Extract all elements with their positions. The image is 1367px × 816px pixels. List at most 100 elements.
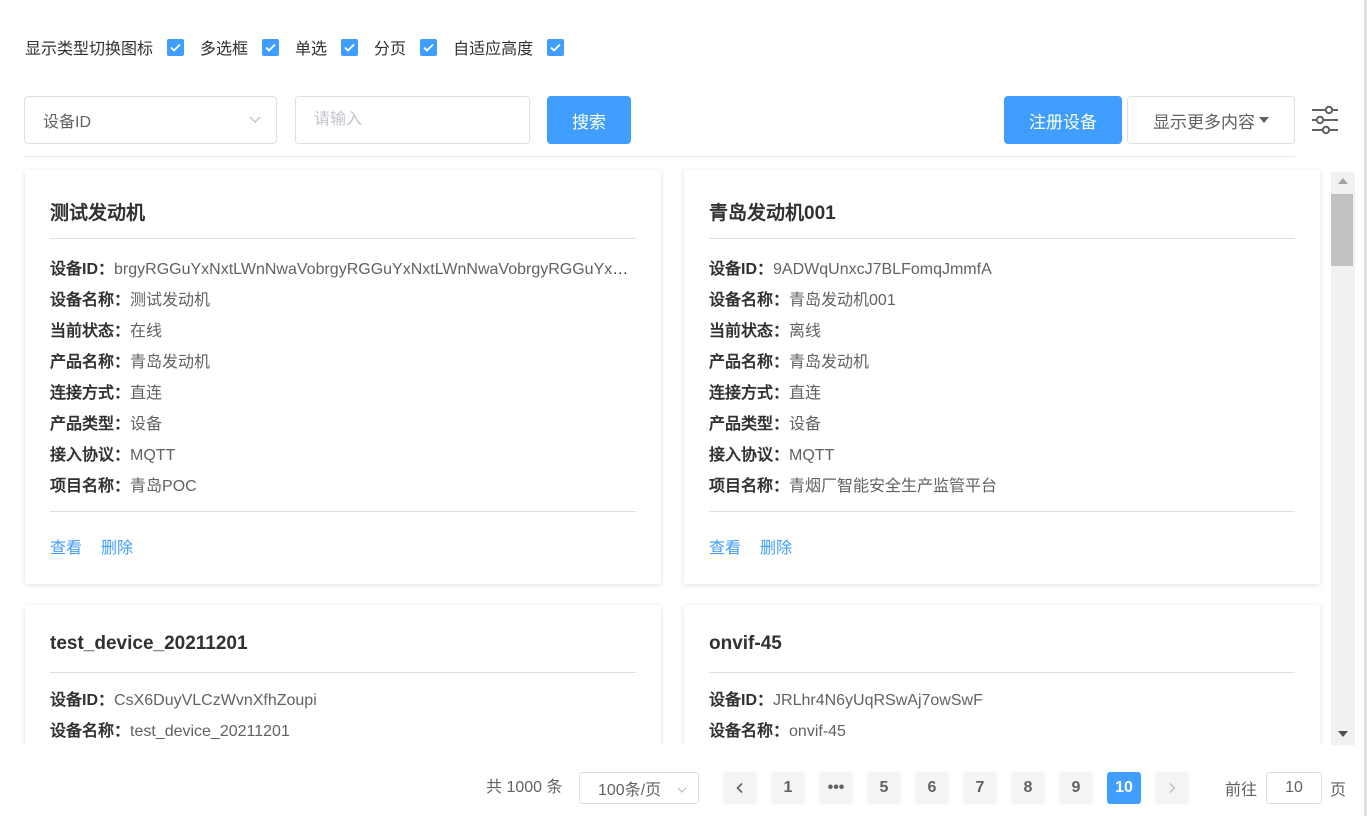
field-protocol: 接入协议：MQTT (50, 447, 176, 464)
prev-page-button[interactable] (723, 772, 757, 804)
option-single-select[interactable]: 单选 (295, 35, 374, 59)
card-title: 测试发动机 (50, 203, 146, 224)
card-divider (709, 238, 1295, 239)
check-icon (170, 43, 181, 52)
field-product-name: 产品名称：青岛发动机 (50, 354, 211, 371)
field-product-name: 产品名称：青岛发动机 (709, 354, 870, 371)
page-button[interactable]: 7 (963, 772, 997, 804)
page-ellipsis[interactable]: ••• (819, 772, 853, 804)
card-actions: 查看 删除 (50, 534, 133, 558)
device-card: onvif-45 设备ID：JRLhr4N6yUqRSwAj7owSwF 设备名… (684, 605, 1320, 745)
goto-label: 前往 (1225, 782, 1258, 799)
chevron-down-icon (677, 787, 687, 793)
option-label: 自适应高度 (453, 41, 534, 58)
field-connection: 连接方式：直连 (50, 385, 163, 402)
chevron-left-icon (736, 782, 743, 794)
field-project-name: 项目名称：青烟厂智能安全生产监管平台 (709, 478, 998, 495)
field-device-id: 设备ID：brgyRGGuYxNxtLWnNwaVobrgyRGGuYxNxtL… (50, 261, 636, 278)
delete-link[interactable]: 删除 (760, 534, 792, 558)
search-field-select[interactable]: 设备ID (24, 96, 277, 144)
field-device-name: 设备名称：测试发动机 (50, 292, 211, 309)
goto-page-input[interactable] (1266, 772, 1323, 804)
scroll-down-icon[interactable] (1338, 731, 1348, 737)
chevron-right-icon (1169, 782, 1176, 794)
view-link[interactable]: 查看 (50, 534, 82, 558)
card-divider (50, 511, 636, 512)
device-card: test_device_20211201 设备ID：CsX6DuyVLCzWvn… (25, 605, 661, 745)
check-icon (423, 43, 434, 52)
page-button[interactable]: 5 (867, 772, 901, 804)
page-button[interactable]: 9 (1059, 772, 1093, 804)
page-button[interactable]: 6 (915, 772, 949, 804)
pagination-total: 共 1000 条 (486, 779, 563, 796)
option-multi-select[interactable]: 多选框 (200, 35, 295, 59)
card-fields: 设备ID：brgyRGGuYxNxtLWnNwaVobrgyRGGuYxNxtL… (50, 254, 636, 502)
card-title: 青岛发动机001 (709, 203, 836, 224)
field-project-name: 项目名称：青岛POC (50, 478, 197, 495)
toolbar-divider (24, 156, 1295, 157)
checkbox-checked[interactable] (420, 38, 438, 56)
option-label: 显示类型切换图标 (25, 41, 154, 58)
checkbox-checked[interactable] (341, 38, 359, 56)
field-device-id: 设备ID：9ADWqUnxcJ7BLFomqJmmfA (709, 261, 992, 278)
delete-link[interactable]: 删除 (101, 534, 133, 558)
field-device-id: 设备ID：JRLhr4N6yUqRSwAj7owSwF (709, 692, 983, 709)
scroll-up-icon[interactable] (1338, 178, 1348, 184)
page-size-select[interactable]: 100条/页 (579, 772, 699, 804)
caret-down-icon (1259, 117, 1269, 123)
view-link[interactable]: 查看 (709, 534, 741, 558)
option-label: 单选 (295, 41, 328, 58)
sliders-icon[interactable] (1309, 104, 1341, 136)
device-card: 青岛发动机001 设备ID：9ADWqUnxcJ7BLFomqJmmfA 设备名… (684, 170, 1320, 584)
field-product-type: 产品类型：设备 (50, 416, 163, 433)
checkbox-checked[interactable] (167, 38, 185, 56)
field-connection: 连接方式：直连 (709, 385, 822, 402)
option-label: 多选框 (200, 41, 249, 58)
page-size-value: 100条/页 (598, 782, 662, 799)
option-type-switch-icon[interactable]: 显示类型切换图标 (25, 35, 200, 59)
page-button[interactable]: 8 (1011, 772, 1045, 804)
card-divider (50, 672, 636, 673)
device-card-list: 测试发动机 设备ID：brgyRGGuYxNxtLWnNwaVobrgyRGGu… (0, 160, 1330, 745)
checkbox-checked[interactable] (547, 38, 565, 56)
display-options: 显示类型切换图标 多选框 单选 分页 自适应高度 (25, 36, 580, 58)
card-title: onvif-45 (709, 633, 782, 654)
card-divider (709, 511, 1295, 512)
page-button[interactable]: 1 (771, 772, 805, 804)
field-status: 当前状态：离线 (709, 323, 822, 340)
card-fields: 设备ID：9ADWqUnxcJ7BLFomqJmmfA 设备名称：青岛发动机00… (709, 254, 1295, 502)
goto-page: 前往 页 (1225, 772, 1346, 804)
show-more-label: 显示更多内容 (1153, 112, 1255, 132)
next-page-button[interactable] (1155, 772, 1189, 804)
field-product-type: 产品类型：设备 (709, 416, 822, 433)
register-device-button[interactable]: 注册设备 (1004, 96, 1122, 144)
checkbox-checked[interactable] (262, 38, 280, 56)
show-more-button[interactable]: 显示更多内容 (1127, 96, 1295, 144)
field-device-name: 设备名称：onvif-45 (709, 723, 846, 740)
card-divider (50, 238, 636, 239)
option-pagination[interactable]: 分页 (374, 35, 453, 59)
option-auto-height[interactable]: 自适应高度 (453, 35, 580, 59)
check-icon (550, 43, 561, 52)
card-fields: 设备ID：JRLhr4N6yUqRSwAj7owSwF 设备名称：onvif-4… (709, 685, 1295, 745)
chevron-down-icon (249, 116, 261, 123)
field-status: 当前状态：在线 (50, 323, 163, 340)
check-icon (344, 43, 355, 52)
page-button-current[interactable]: 10 (1107, 772, 1141, 804)
option-label: 分页 (374, 41, 407, 58)
card-actions: 查看 删除 (709, 534, 792, 558)
field-protocol: 接入协议：MQTT (709, 447, 835, 464)
field-device-id: 设备ID：CsX6DuyVLCzWvnXfhZoupi (50, 692, 317, 709)
search-input[interactable] (295, 96, 530, 144)
search-button[interactable]: 搜索 (547, 96, 631, 144)
card-list-scrollbar[interactable] (1331, 172, 1355, 745)
scrollbar-thumb[interactable] (1331, 194, 1353, 266)
field-device-name: 设备名称：test_device_20211201 (50, 723, 290, 740)
field-device-name: 设备名称：青岛发动机001 (709, 292, 896, 309)
goto-suffix: 页 (1330, 782, 1347, 799)
search-field-value: 设备ID (43, 114, 92, 131)
card-title: test_device_20211201 (50, 633, 248, 654)
card-fields: 设备ID：CsX6DuyVLCzWvnXfhZoupi 设备名称：test_de… (50, 685, 636, 745)
device-card: 测试发动机 设备ID：brgyRGGuYxNxtLWnNwaVobrgyRGGu… (25, 170, 661, 584)
card-divider (709, 672, 1295, 673)
